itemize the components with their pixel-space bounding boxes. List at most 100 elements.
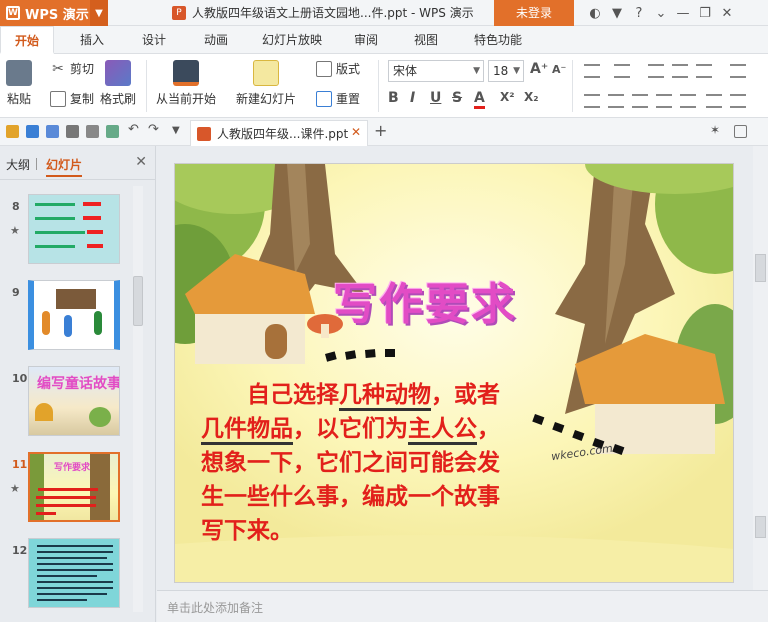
slide-thumbnail-12[interactable]	[28, 538, 120, 608]
notes-pane[interactable]: 单击此处添加备注	[157, 590, 768, 622]
spellcheck-icon[interactable]	[106, 125, 119, 138]
minimize-icon[interactable]: —	[672, 6, 694, 21]
chevron-down-icon: ▼	[513, 66, 520, 76]
grow-font-button[interactable]: A⁺	[530, 61, 548, 77]
slide-number: 11	[12, 458, 28, 471]
paragraph-spacing-icon[interactable]	[730, 94, 746, 108]
slide-thumbnail-10[interactable]: 编写童话故事	[28, 366, 120, 436]
underline-button[interactable]: U	[430, 90, 441, 106]
body-line: 自己选择几种动物，或者	[201, 378, 581, 412]
customize-dropdown-icon[interactable]: ▼	[172, 125, 185, 138]
editor-scrollbar[interactable]	[753, 146, 768, 590]
copy-icon	[50, 90, 66, 107]
justify-icon[interactable]	[656, 94, 672, 108]
skin-icon[interactable]: ◐	[584, 6, 606, 21]
undo-icon[interactable]: ↶	[128, 122, 141, 137]
shirt-icon[interactable]: ▼	[606, 6, 628, 21]
slide-thumbnail-8[interactable]	[28, 194, 120, 264]
scrollbar-thumb[interactable]	[133, 276, 143, 326]
tab-animation[interactable]: 动画	[204, 26, 228, 54]
body-line: 想象一下，它们之间可能会发	[201, 449, 500, 476]
subscript-button[interactable]: X₂	[524, 90, 539, 104]
align-right-icon[interactable]	[632, 94, 648, 108]
help-dropdown-icon[interactable]: ⌄	[650, 6, 672, 21]
align-left-icon[interactable]	[584, 94, 600, 108]
slide-editor: 写作要求 自己选择几种动物，或者 几件物品，以它们为主人公， 想象一下，它们之间…	[157, 146, 768, 590]
help-icon[interactable]: ?	[628, 6, 650, 21]
cut-button[interactable]: ✂ 剪切	[50, 60, 94, 77]
tab-outline[interactable]: 大纲	[6, 156, 30, 173]
layout-button[interactable]: 版式	[316, 60, 360, 77]
print-preview-icon[interactable]	[86, 125, 99, 138]
font-color-button[interactable]: A	[474, 90, 485, 109]
window-title: P 人教版四年级语文上册语文园地...件.ppt - WPS 演示	[172, 0, 474, 26]
tab-slides[interactable]: 幻灯片	[46, 156, 83, 177]
shrink-font-button[interactable]: A⁻	[552, 63, 566, 76]
tab-view[interactable]: 视图	[414, 26, 438, 54]
indent-icon[interactable]	[672, 64, 688, 78]
slide-thumbnail-11[interactable]: 写作要求	[28, 452, 120, 522]
outdent-icon[interactable]	[648, 64, 664, 78]
tab-design[interactable]: 设计	[142, 26, 166, 54]
scissors-icon: ✂	[52, 60, 64, 77]
app-menu-button[interactable]: W WPS 演示 ▼	[0, 0, 108, 26]
slide-number: 10	[12, 372, 28, 385]
line-spacing-icon[interactable]	[706, 94, 722, 108]
tab-slideshow[interactable]: 幻灯片放映	[262, 26, 322, 54]
save-icon[interactable]	[26, 125, 39, 138]
font-size-select[interactable]: 18 ▼	[488, 60, 524, 82]
slide-canvas[interactable]: 写作要求 自己选择几种动物，或者 几件物品，以它们为主人公， 想象一下，它们之间…	[174, 163, 734, 583]
scrollbar-nav[interactable]	[755, 516, 766, 538]
brush-icon	[105, 60, 131, 86]
paste-button[interactable]: 粘贴	[6, 60, 32, 107]
redo-icon[interactable]: ↷	[148, 122, 161, 137]
document-tab[interactable]: 人教版四年级...课件.ppt ✕	[190, 120, 368, 146]
strikethrough-button[interactable]: S	[452, 90, 462, 106]
body-line: 生一些什么事，编成一个故事	[201, 483, 500, 510]
from-current-button[interactable]: 从当前开始	[156, 60, 216, 107]
window-list-icon[interactable]	[734, 125, 747, 138]
close-icon[interactable]: ✕	[716, 6, 738, 21]
distribute-icon[interactable]	[680, 94, 696, 108]
document-title: 人教版四年级语文上册语文园地...件.ppt - WPS 演示	[192, 6, 474, 20]
slide-body-text[interactable]: 自己选择几种动物，或者 几件物品，以它们为主人公， 想象一下，它们之间可能会发 …	[201, 378, 581, 548]
slide-number: 9	[12, 286, 20, 299]
scrollbar-thumb[interactable]	[755, 254, 766, 282]
reset-button[interactable]: 重置	[316, 90, 360, 107]
format-painter-button[interactable]: 格式刷	[100, 60, 136, 107]
body-line: 几件物品，以它们为主人公，	[201, 412, 581, 446]
align-center-icon[interactable]	[608, 94, 624, 108]
bold-button[interactable]: B	[388, 90, 399, 106]
font-name-select[interactable]: 宋体 ▼	[388, 60, 484, 82]
login-button[interactable]: 未登录	[494, 0, 574, 26]
italic-button[interactable]: I	[410, 90, 415, 106]
paste-icon	[6, 60, 32, 86]
chevron-down-icon[interactable]: ▼	[90, 0, 108, 26]
numbered-list-icon[interactable]	[614, 64, 630, 78]
open-icon[interactable]	[6, 125, 19, 138]
export-pdf-icon[interactable]	[46, 125, 59, 138]
superscript-button[interactable]: X²	[500, 90, 515, 104]
tab-review[interactable]: 审阅	[354, 26, 378, 54]
bullet-list-icon[interactable]	[584, 64, 600, 78]
tab-special[interactable]: 特色功能	[474, 26, 522, 54]
layout-icon	[316, 60, 332, 77]
panel-tabs: 大纲 幻灯片 ✕	[0, 146, 155, 180]
app-name: WPS 演示	[25, 7, 89, 23]
copy-button[interactable]: 复制	[50, 90, 94, 107]
close-panel-icon[interactable]: ✕	[135, 154, 147, 170]
pin-icon[interactable]: ✶	[710, 123, 723, 137]
tab-home[interactable]: 开始	[0, 26, 55, 54]
restore-icon[interactable]: ❐	[694, 6, 716, 21]
print-icon[interactable]	[66, 125, 79, 138]
slide-thumbnail-9[interactable]	[28, 280, 120, 350]
new-slide-button[interactable]: 新建幻灯片	[236, 60, 296, 107]
new-tab-icon[interactable]: +	[374, 121, 387, 140]
close-tab-icon[interactable]: ✕	[351, 125, 361, 139]
panel-scrollbar[interactable]	[131, 186, 145, 612]
slide-title[interactable]: 写作要求	[333, 268, 517, 332]
text-direction-icon[interactable]	[696, 64, 712, 78]
align-text-icon[interactable]	[730, 64, 746, 78]
ppt-file-icon: P	[172, 6, 186, 20]
tab-insert[interactable]: 插入	[80, 26, 104, 54]
